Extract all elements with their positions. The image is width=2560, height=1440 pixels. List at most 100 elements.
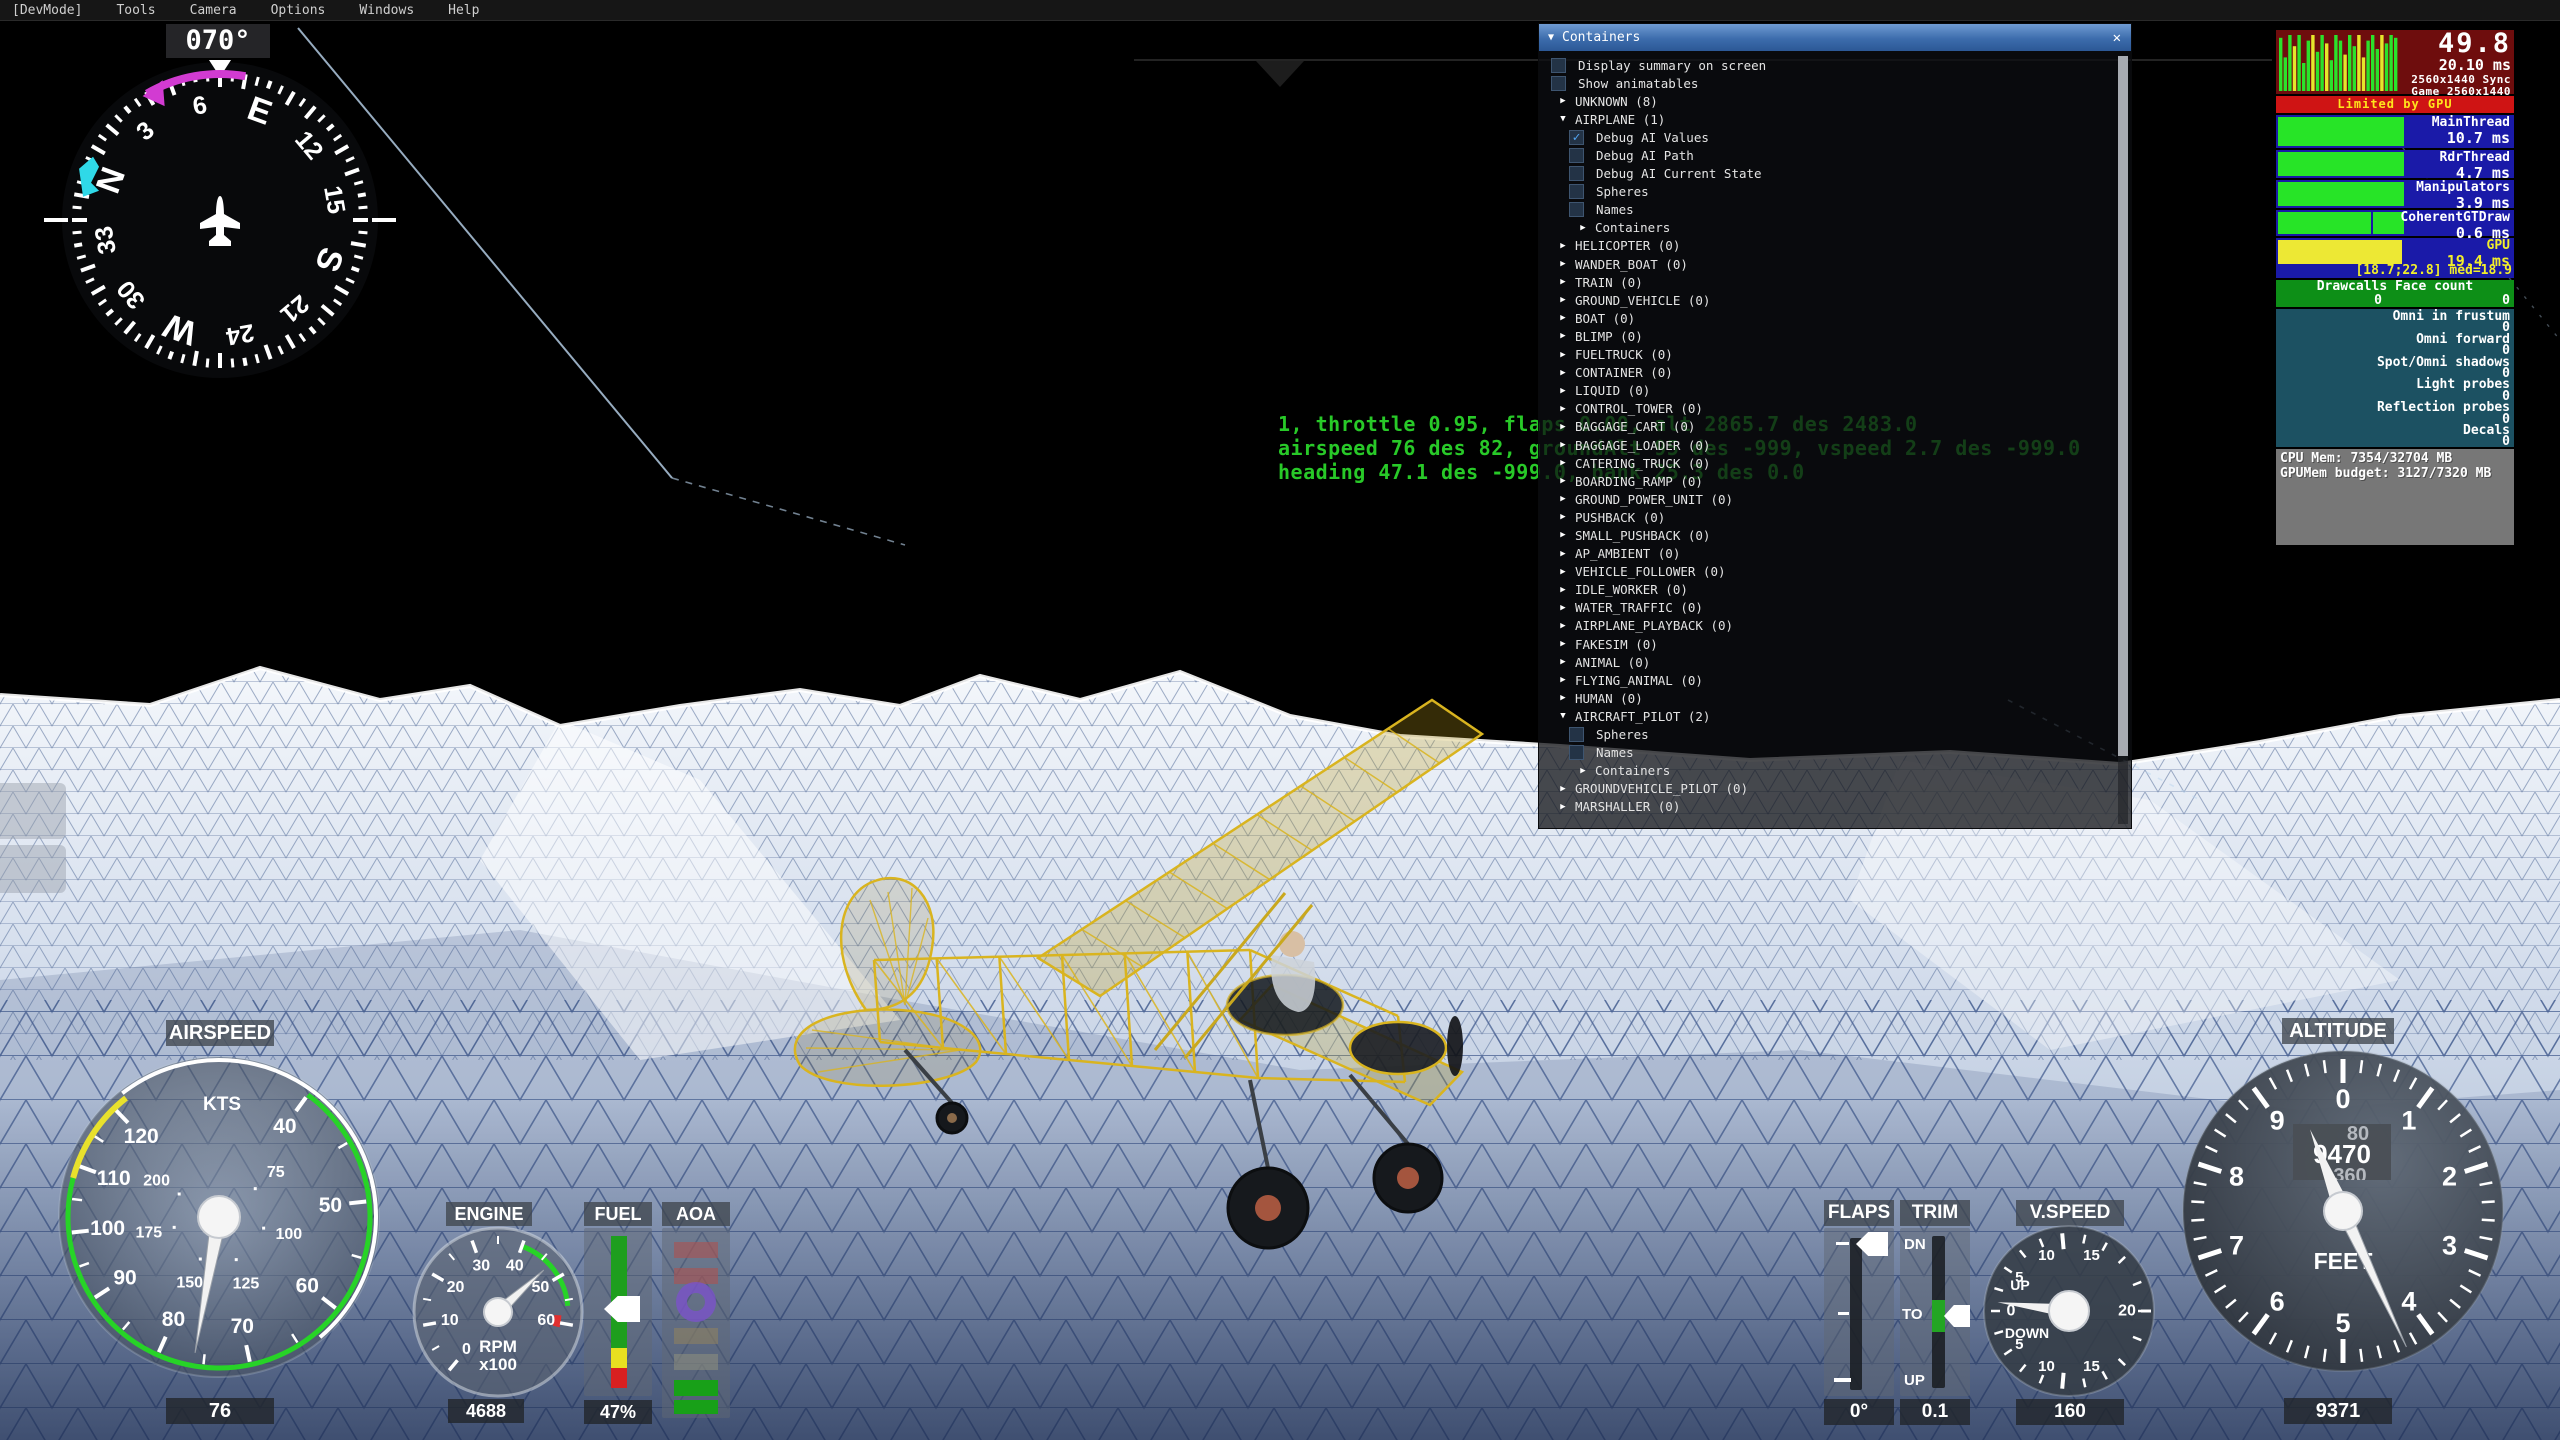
chevron-right-icon[interactable]: ▶ (1557, 585, 1569, 595)
checkbox[interactable] (1569, 148, 1584, 163)
tree-node-row[interactable]: ▶GROUND_VEHICLE (0) (1539, 291, 2131, 309)
tree-node-row[interactable]: ▶WATER_TRAFFIC (0) (1539, 599, 2131, 617)
tree-node-row[interactable]: ▶VEHICLE_FOLLOWER (0) (1539, 563, 2131, 581)
tree-node-row[interactable]: ▶BOAT (0) (1539, 309, 2131, 327)
tree-node-row[interactable]: ▶CONTAINER (0) (1539, 364, 2131, 382)
chevron-right-icon[interactable]: ▶ (1557, 603, 1569, 613)
chevron-right-icon[interactable]: ▶ (1557, 675, 1569, 685)
menu-item-devmode[interactable]: [DevMode] (12, 3, 82, 18)
tree-node-row[interactable]: ▶IDLE_WORKER (0) (1539, 581, 2131, 599)
trim-value: 0.1 (1900, 1399, 1970, 1425)
tree-node-row[interactable]: ▶GROUNDVEHICLE_PILOT (0) (1539, 780, 2131, 798)
chevron-right-icon[interactable]: ▶ (1557, 295, 1569, 305)
tree-node-row[interactable]: ▶AIRPLANE_PLAYBACK (0) (1539, 617, 2131, 635)
containers-panel-titlebar[interactable]: ▼ Containers ✕ (1539, 24, 2131, 51)
tree-node-row[interactable]: ▶FLYING_ANIMAL (0) (1539, 671, 2131, 689)
chevron-right-icon[interactable]: ▶ (1557, 331, 1569, 341)
tree-node-row[interactable]: ▶Containers (1539, 219, 2131, 237)
menu-item-windows[interactable]: Windows (359, 3, 414, 18)
menu-item-camera[interactable]: Camera (190, 3, 237, 18)
chevron-right-icon[interactable]: ▶ (1557, 440, 1569, 450)
chevron-down-icon[interactable]: ▼ (1557, 114, 1569, 124)
tree-node-row[interactable]: ▶BAGGAGE_LOADER (0) (1539, 436, 2131, 454)
tree-checkbox-row[interactable]: Debug AI Path (1539, 146, 2131, 164)
checkbox[interactable] (1569, 745, 1584, 760)
tree-node-row[interactable]: ▶PUSHBACK (0) (1539, 508, 2131, 526)
tree-checkbox-row[interactable]: Spheres (1539, 183, 2131, 201)
chevron-right-icon[interactable]: ▶ (1557, 549, 1569, 559)
collapse-arrow-icon[interactable]: ▼ (1548, 32, 1554, 43)
chevron-right-icon[interactable]: ▶ (1557, 313, 1569, 323)
tree-node-row[interactable]: ▼AIRPLANE (1) (1539, 110, 2131, 128)
chevron-right-icon[interactable]: ▶ (1557, 494, 1569, 504)
tree-checkbox-row[interactable]: Names (1539, 201, 2131, 219)
tree-node-row[interactable]: ▶BAGGAGE_CART (0) (1539, 418, 2131, 436)
panel-scrollbar[interactable] (2118, 56, 2128, 824)
chevron-right-icon[interactable]: ▶ (1557, 657, 1569, 667)
tree-node-row[interactable]: ▶LIQUID (0) (1539, 382, 2131, 400)
tree-node-row[interactable]: ▶ANIMAL (0) (1539, 653, 2131, 671)
chevron-right-icon[interactable]: ▶ (1557, 693, 1569, 703)
tree-node-row[interactable]: ▶MARSHALLER (0) (1539, 798, 2131, 816)
tree-node-row[interactable]: ▶AP_AMBIENT (0) (1539, 545, 2131, 563)
checkbox[interactable] (1569, 184, 1584, 199)
chevron-right-icon[interactable]: ▶ (1557, 530, 1569, 540)
checkbox[interactable] (1569, 727, 1584, 742)
checkbox[interactable] (1551, 76, 1566, 91)
scrollbar-thumb[interactable] (2118, 56, 2128, 756)
tree-checkbox-row[interactable]: ✓Debug AI Values (1539, 128, 2131, 146)
chevron-right-icon[interactable]: ▶ (1557, 567, 1569, 577)
airspeed-label: AIRSPEED (166, 1020, 274, 1046)
flaps-track[interactable] (1850, 1238, 1862, 1390)
chevron-right-icon[interactable]: ▶ (1557, 784, 1569, 794)
tree-node-row[interactable]: ▶TRAIN (0) (1539, 273, 2131, 291)
tree-node-row[interactable]: ▶CATERING_TRUCK (0) (1539, 454, 2131, 472)
tree-node-row[interactable]: ▶FUELTRUCK (0) (1539, 346, 2131, 364)
chevron-right-icon[interactable]: ▶ (1557, 404, 1569, 414)
tree-checkbox-row[interactable]: Names (1539, 744, 2131, 762)
engine-label-40: 40 (506, 1257, 524, 1274)
checkbox-checked[interactable]: ✓ (1569, 130, 1584, 145)
chevron-right-icon[interactable]: ▶ (1557, 277, 1569, 287)
chevron-right-icon[interactable]: ▶ (1577, 223, 1589, 233)
tree-checkbox-row[interactable]: Spheres (1539, 725, 2131, 743)
checkbox[interactable] (1569, 166, 1584, 181)
toolbar-expand-arrow-icon[interactable] (1256, 61, 1304, 87)
tree-node-row[interactable]: ▶FAKESIM (0) (1539, 635, 2131, 653)
checkbox[interactable] (1569, 202, 1584, 217)
chevron-right-icon[interactable]: ▶ (1557, 350, 1569, 360)
menu-item-tools[interactable]: Tools (116, 3, 155, 18)
tree-node-row[interactable]: ▶BLIMP (0) (1539, 327, 2131, 345)
chevron-right-icon[interactable]: ▶ (1557, 458, 1569, 468)
tree-checkbox-row[interactable]: Debug AI Current State (1539, 165, 2131, 183)
chevron-right-icon[interactable]: ▶ (1577, 766, 1589, 776)
tree-node-row[interactable]: ▶Containers (1539, 762, 2131, 780)
tree-node-row[interactable]: ▶GROUND_POWER_UNIT (0) (1539, 490, 2131, 508)
chevron-down-icon[interactable]: ▼ (1557, 711, 1569, 721)
chevron-right-icon[interactable]: ▶ (1557, 639, 1569, 649)
tree-node-row[interactable]: ▶HUMAN (0) (1539, 689, 2131, 707)
menu-item-help[interactable]: Help (448, 3, 479, 18)
tree-node-row[interactable]: ▼AIRCRAFT_PILOT (2) (1539, 707, 2131, 725)
tree-node-row[interactable]: ▶BOARDING_RAMP (0) (1539, 472, 2131, 490)
chevron-right-icon[interactable]: ▶ (1557, 621, 1569, 631)
chevron-right-icon[interactable]: ▶ (1557, 386, 1569, 396)
tree-node-row[interactable]: ▶UNKNOWN (8) (1539, 92, 2131, 110)
chevron-right-icon[interactable]: ▶ (1557, 422, 1569, 432)
chevron-right-icon[interactable]: ▶ (1557, 368, 1569, 378)
tree-node-row[interactable]: ▶HELICOPTER (0) (1539, 237, 2131, 255)
tree-node-row[interactable]: ▶SMALL_PUSHBACK (0) (1539, 526, 2131, 544)
menu-item-options[interactable]: Options (271, 3, 326, 18)
chevron-right-icon[interactable]: ▶ (1557, 476, 1569, 486)
close-icon[interactable]: ✕ (2113, 30, 2121, 46)
checkbox[interactable] (1551, 58, 1566, 73)
tree-node-row[interactable]: ▶CONTROL_TOWER (0) (1539, 400, 2131, 418)
chevron-right-icon[interactable]: ▶ (1557, 241, 1569, 251)
chevron-right-icon[interactable]: ▶ (1557, 512, 1569, 522)
tree-node-row[interactable]: ▶WANDER_BOAT (0) (1539, 255, 2131, 273)
tree-checkbox-row[interactable]: Show animatables (1539, 74, 2131, 92)
chevron-right-icon[interactable]: ▶ (1557, 802, 1569, 812)
chevron-right-icon[interactable]: ▶ (1557, 96, 1569, 106)
chevron-right-icon[interactable]: ▶ (1557, 259, 1569, 269)
tree-checkbox-row[interactable]: Display summary on screen (1539, 56, 2131, 74)
